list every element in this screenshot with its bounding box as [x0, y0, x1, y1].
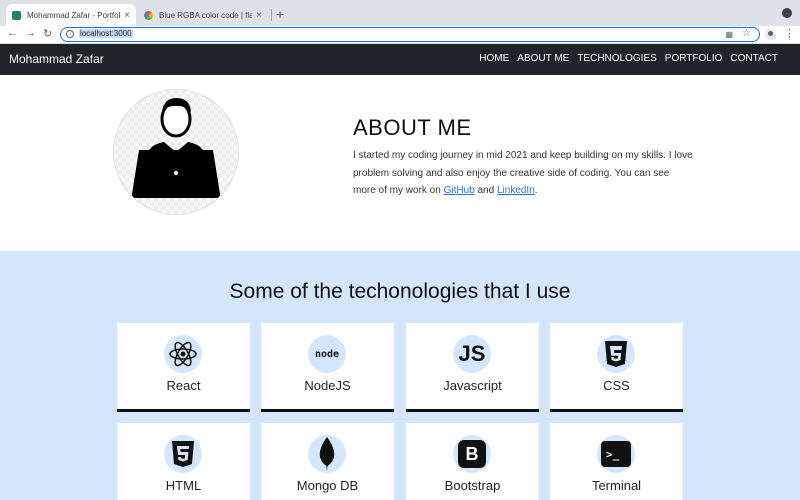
technologies-section: Some of the techonologies that I use Rea…	[0, 251, 800, 500]
javascript-glyph: JS	[458, 341, 486, 366]
tech-card-nodejs: node NodeJS	[261, 323, 394, 412]
bootstrap-icon: B	[453, 435, 491, 473]
site-info-icon[interactable]: i	[66, 30, 74, 38]
tab-search-icon[interactable]	[782, 8, 792, 18]
tab-portfolio[interactable]: Mohammad Zafar - Portfolio ×	[6, 4, 136, 26]
tech-label: CSS	[603, 378, 630, 393]
tab-title: Mohammad Zafar - Portfolio	[27, 10, 121, 20]
back-button[interactable]: ←	[7, 27, 18, 39]
new-tab-button[interactable]: +	[276, 6, 284, 22]
tech-card-html: HTML	[117, 423, 250, 500]
browser-tab-strip: Mohammad Zafar - Portfolio × Blue RGBA c…	[0, 0, 800, 26]
tech-label: Javascript	[443, 378, 502, 393]
brand-logo-text[interactable]: Mohammad Zafar	[9, 52, 104, 66]
tab-separator	[271, 9, 272, 21]
tech-card-css: CSS	[550, 323, 683, 412]
flatui-favicon-icon	[144, 10, 153, 20]
nav-portfolio[interactable]: PORTFOLIO	[665, 53, 723, 64]
bootstrap-glyph: B	[465, 443, 479, 464]
css3-icon	[597, 335, 635, 373]
address-text[interactable]: localhost:3000	[79, 29, 133, 38]
tech-label: Mongo DB	[296, 478, 359, 493]
technologies-title: Some of the techonologies that I use	[229, 280, 571, 303]
browser-toolbar: ← → ↻ i localhost:3000 ▦ ☆ ⋮	[0, 26, 800, 44]
nav-technologies[interactable]: TECHNOLOGIES	[577, 53, 656, 64]
mongodb-icon	[308, 435, 346, 473]
developer-avatar-icon	[113, 89, 239, 215]
tab-flatuicolors[interactable]: Blue RGBA color code | flatuic ×	[138, 4, 268, 26]
about-text-end: .	[534, 185, 538, 196]
profile-avatar-icon[interactable]	[765, 29, 776, 40]
browser-menu-icon[interactable]: ⋮	[784, 27, 795, 40]
nodejs-icon: node	[308, 335, 346, 373]
bootstrap-badge: B	[458, 440, 486, 468]
nav-menu: HOME ABOUT ME TECHNOLOGIES PORTFOLIO CON…	[479, 53, 778, 64]
tab-title: Blue RGBA color code | flatuic	[159, 10, 253, 20]
about-text-and: and	[474, 185, 497, 196]
tech-card-javascript: JS Javascript	[406, 323, 539, 412]
react-icon	[164, 335, 202, 373]
terminal-glyph: >_	[606, 447, 620, 461]
tech-label: React	[166, 378, 201, 393]
terminal-icon: >_	[597, 435, 635, 473]
tech-card-terminal: >_ Terminal	[550, 423, 683, 500]
tech-label: HTML	[165, 478, 202, 493]
html5-icon	[164, 435, 202, 473]
site-navbar: Mohammad Zafar HOME ABOUT ME TECHNOLOGIE…	[0, 44, 800, 75]
close-tab-icon[interactable]: ×	[256, 10, 262, 21]
github-link[interactable]: GitHub	[444, 185, 475, 196]
close-tab-icon[interactable]: ×	[124, 10, 130, 21]
linkedin-link[interactable]: LinkedIn	[497, 185, 535, 196]
terminal-box: >_	[601, 441, 631, 467]
forward-button[interactable]: →	[25, 27, 36, 39]
javascript-icon: JS	[453, 335, 491, 373]
nav-home[interactable]: HOME	[479, 53, 509, 64]
tech-label: Bootstrap	[444, 478, 501, 493]
nav-about-me[interactable]: ABOUT ME	[517, 53, 569, 64]
address-bar[interactable]: i localhost:3000 ▦ ☆	[60, 27, 760, 42]
qr-code-icon[interactable]: ▦	[725, 30, 733, 39]
reload-button[interactable]: ↻	[43, 27, 52, 40]
about-title: ABOUT ME	[353, 115, 472, 140]
bookmark-star-icon[interactable]: ☆	[742, 28, 751, 39]
tech-card-react: React	[117, 323, 250, 412]
about-paragraph: I started my coding journey in mid 2021 …	[353, 147, 693, 200]
nodejs-glyph: node	[314, 348, 340, 360]
about-section: ABOUT ME I started my coding journey in …	[0, 75, 800, 251]
tech-label: Terminal	[591, 478, 642, 493]
tech-label: NodeJS	[304, 378, 351, 393]
tech-card-bootstrap: B Bootstrap	[406, 423, 539, 500]
nav-contact[interactable]: CONTACT	[730, 53, 778, 64]
tech-card-mongodb: Mongo DB	[261, 423, 394, 500]
portfolio-favicon-icon	[12, 10, 21, 20]
